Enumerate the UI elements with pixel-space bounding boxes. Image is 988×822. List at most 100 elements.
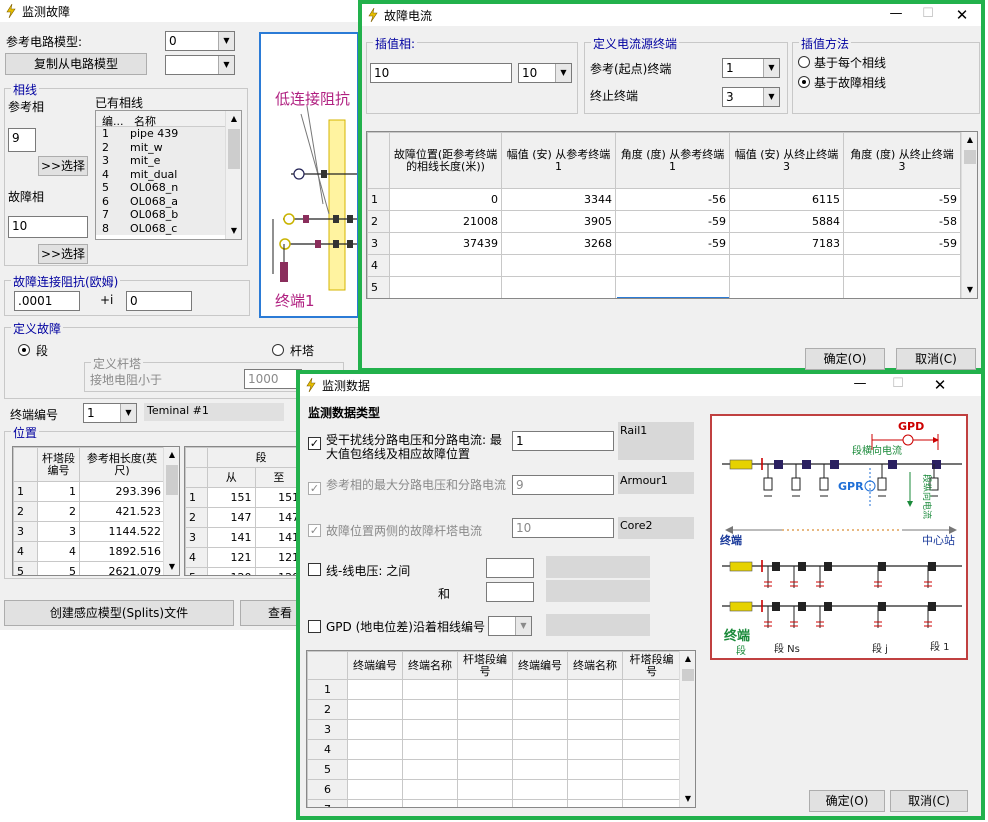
md-cell[interactable]	[457, 759, 513, 780]
scroll-down-icon[interactable]: ▼	[164, 559, 179, 575]
impedance-real-input[interactable]: .0001	[14, 291, 80, 311]
ground-res-input[interactable]: 1000	[244, 369, 302, 389]
md-cell[interactable]	[347, 719, 403, 740]
table-row[interactable]: 7	[307, 799, 681, 807]
md-cell[interactable]	[457, 679, 513, 700]
md-cell[interactable]	[622, 799, 681, 807]
fc-cancel-button[interactable]: 取消(C)	[896, 348, 976, 370]
pos-length-cell[interactable]: 1144.522	[79, 521, 165, 542]
copy-model-select[interactable]: ▼	[165, 55, 235, 75]
md-cell[interactable]	[512, 799, 568, 807]
md-cell[interactable]	[622, 719, 681, 740]
md-cell[interactable]	[622, 679, 681, 700]
md-cell[interactable]	[457, 699, 513, 720]
md-cell[interactable]	[622, 699, 681, 720]
close-icon[interactable]: ✕	[951, 6, 973, 24]
table-row[interactable]: 2 147 147	[185, 507, 303, 528]
list-item[interactable]: 6 OL068_a	[96, 194, 226, 208]
position-scrollbar[interactable]: ▲ ▼	[163, 447, 179, 575]
fc-cell[interactable]: 6115	[729, 188, 844, 211]
table-row[interactable]: 4	[307, 739, 681, 760]
table-row[interactable]: 1	[307, 679, 681, 700]
fc-cell[interactable]: -59	[615, 232, 730, 255]
fc-cell[interactable]	[389, 276, 502, 298]
table-row[interactable]: 1 0 3344 -56 6115 -59	[367, 188, 961, 211]
line-voltage-to-input[interactable]	[486, 582, 534, 602]
seg-from-cell[interactable]: 141	[207, 527, 256, 548]
pos-length-cell[interactable]: 293.396	[79, 481, 165, 502]
md-cell[interactable]	[622, 739, 681, 760]
list-item[interactable]: 4 mit_dual	[96, 167, 226, 181]
fc-cell[interactable]	[729, 276, 844, 298]
table-row[interactable]: 5 5 2621.079	[13, 561, 165, 575]
seg-from-cell[interactable]: 120	[207, 567, 256, 575]
fc-cell[interactable]: 21008	[389, 210, 502, 233]
ref-phase-input[interactable]: 9	[8, 128, 36, 152]
md-cell[interactable]	[347, 799, 403, 807]
table-row[interactable]: 4 121 121	[185, 547, 303, 568]
fault-phase-input[interactable]: 10	[8, 216, 88, 238]
segment-radio[interactable]	[18, 344, 30, 356]
fc-cell[interactable]: 0	[389, 188, 502, 211]
fc-table-scrollbar[interactable]: ▲ ▼	[961, 132, 977, 298]
md-cell[interactable]	[457, 799, 513, 807]
md-cell[interactable]	[402, 759, 458, 780]
md-cell[interactable]	[622, 759, 681, 780]
md-cell[interactable]	[402, 679, 458, 700]
pos-segment-cell[interactable]: 3	[37, 521, 80, 542]
fc-cell[interactable]: 37439	[389, 232, 502, 255]
md-cell[interactable]	[347, 679, 403, 700]
md-cell[interactable]	[512, 739, 568, 760]
md-cell[interactable]	[402, 739, 458, 760]
pos-length-cell[interactable]: 421.523	[79, 501, 165, 522]
item1-checkbox[interactable]: ✓	[308, 437, 321, 450]
scroll-up-icon[interactable]: ▲	[680, 651, 695, 667]
minimize-icon[interactable]: —	[849, 376, 871, 391]
md-cell[interactable]	[512, 779, 568, 800]
fc-cell[interactable]	[501, 254, 616, 277]
table-row[interactable]: 1 151 151	[185, 487, 303, 508]
list-item[interactable]: 1 pipe 439	[96, 127, 226, 141]
fc-cell[interactable]: -59	[843, 232, 961, 255]
fc-ok-button[interactable]: 确定(O)	[805, 348, 885, 370]
md-cell[interactable]	[457, 739, 513, 760]
list-item[interactable]: 5 OL068_n	[96, 181, 226, 195]
md-cell[interactable]	[512, 699, 568, 720]
pos-length-cell[interactable]: 1892.516	[79, 541, 165, 562]
md-cell[interactable]	[347, 699, 403, 720]
gpd-checkbox[interactable]	[308, 620, 321, 633]
method-each-phase-radio[interactable]	[798, 56, 810, 68]
fc-cell[interactable]: 3268	[501, 232, 616, 255]
method-fault-phase-radio[interactable]	[798, 76, 810, 88]
md-cell[interactable]	[567, 799, 623, 807]
list-item[interactable]: 3 mit_e	[96, 154, 226, 168]
md-cancel-button[interactable]: 取消(C)	[890, 790, 968, 812]
table-row[interactable]: 4 4 1892.516	[13, 541, 165, 562]
table-row[interactable]: 5	[367, 276, 961, 298]
fc-cell[interactable]: -58	[843, 210, 961, 233]
segment-table[interactable]: 段 从至 11511512147147314114141211215120120…	[184, 446, 304, 576]
seg-from-cell[interactable]: 121	[207, 547, 256, 568]
table-row[interactable]: 3 3 1144.522	[13, 521, 165, 542]
table-row[interactable]: 6	[307, 779, 681, 800]
monitor-terminal-table[interactable]: 终端编号 终端名称 杆塔段编号 终端编号 终端名称 杆塔段编号 1234567 …	[306, 650, 696, 808]
line-voltage-from-input[interactable]	[486, 558, 534, 578]
fc-cell[interactable]	[389, 254, 502, 277]
md-ok-button[interactable]: 确定(O)	[809, 790, 885, 812]
create-splits-button[interactable]: 创建感应模型(Splits)文件	[4, 600, 234, 626]
md-cell[interactable]	[622, 779, 681, 800]
table-row[interactable]: 3	[307, 719, 681, 740]
md-cell[interactable]	[567, 679, 623, 700]
scroll-up-icon[interactable]: ▲	[962, 132, 977, 148]
item1-input[interactable]: 1	[512, 431, 614, 451]
scroll-down-icon[interactable]: ▼	[226, 223, 241, 239]
fc-cell[interactable]: 5884	[729, 210, 844, 233]
md-cell[interactable]	[567, 699, 623, 720]
md-cell[interactable]	[512, 759, 568, 780]
table-row[interactable]: 1 1 293.396	[13, 481, 165, 502]
fc-cell[interactable]	[843, 254, 961, 277]
table-row[interactable]: 5120120	[185, 567, 303, 575]
md-cell[interactable]	[402, 699, 458, 720]
pos-segment-cell[interactable]: 2	[37, 501, 80, 522]
fc-cell[interactable]: -59	[843, 188, 961, 211]
